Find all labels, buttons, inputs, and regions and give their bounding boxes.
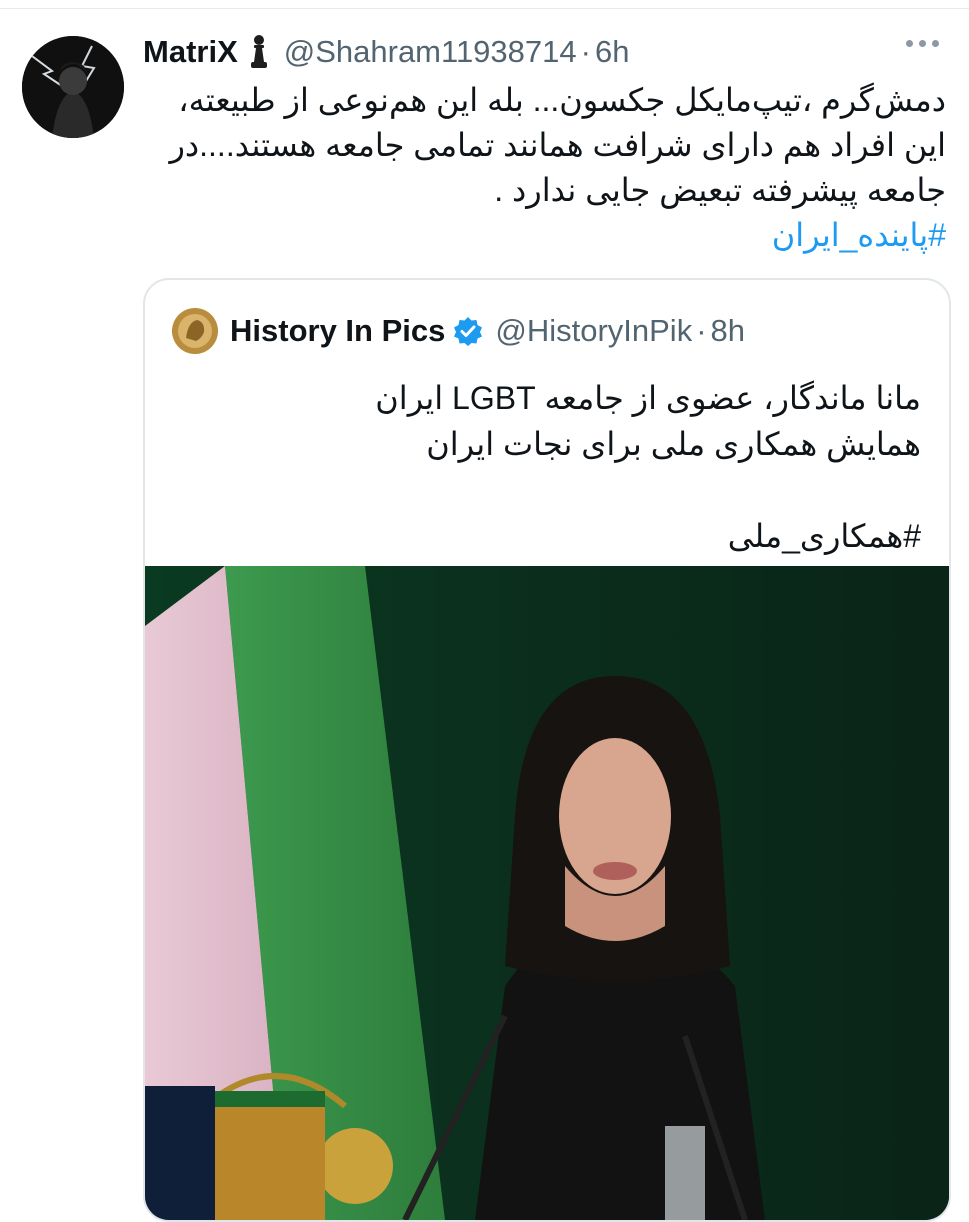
separator-dot: · <box>696 313 707 348</box>
quoted-media-image[interactable] <box>145 566 949 1220</box>
quoted-blank-line <box>181 467 921 513</box>
quoted-author-handle[interactable]: @HistoryInPik <box>495 313 692 349</box>
tweet-text: دمش‌گرم ،تیپ‌مایکل جکسون... بله این هم‌ن… <box>143 78 946 258</box>
verified-badge-icon <box>453 316 483 346</box>
tweet-hashtag[interactable]: #پاینده_ایران <box>143 213 946 258</box>
quoted-text-line: همایش همکاری ملی برای نجات ایران <box>426 426 921 462</box>
author-avatar[interactable] <box>22 36 124 138</box>
avatar-image <box>22 36 124 138</box>
quoted-author-name[interactable]: History In Pics <box>230 313 445 349</box>
quoted-hashtag[interactable]: #همکاری_ملی <box>181 513 921 559</box>
tweet-text-line: دمش‌گرم ،تیپ‌مایکل جکسون... بله این هم‌ن… <box>178 82 946 118</box>
tweet-header: MatriX @Shahram11938714 · 6h <box>143 30 629 74</box>
tweet-time[interactable]: 6h <box>595 34 629 70</box>
quoted-text-line: مانا ماندگار، عضوی از جامعه LGBT ایران <box>375 380 921 416</box>
quoted-time[interactable]: 8h <box>711 313 745 349</box>
more-options-icon[interactable] <box>906 40 939 47</box>
separator-dot: · <box>580 34 591 69</box>
quoted-tweet[interactable]: History In Pics @HistoryInPik · 8h مانا … <box>143 278 951 1222</box>
speaker-photo <box>145 566 949 1220</box>
tweet-text-line: این افراد هم دارای شرافت همانند تمامی جا… <box>169 127 946 163</box>
quoted-avatar[interactable] <box>172 308 218 354</box>
quoted-header: History In Pics @HistoryInPik · 8h <box>172 308 745 354</box>
top-divider <box>0 8 969 9</box>
chess-pawn-icon <box>248 34 270 70</box>
tweet-text-line: جامعه پیشرفته تبعیض جایی ندارد . <box>494 172 946 208</box>
quoted-text: مانا ماندگار، عضوی از جامعه LGBT ایران ه… <box>181 375 921 559</box>
author-name[interactable]: MatriX <box>143 34 238 70</box>
author-handle[interactable]: @Shahram11938714 <box>284 34 577 70</box>
